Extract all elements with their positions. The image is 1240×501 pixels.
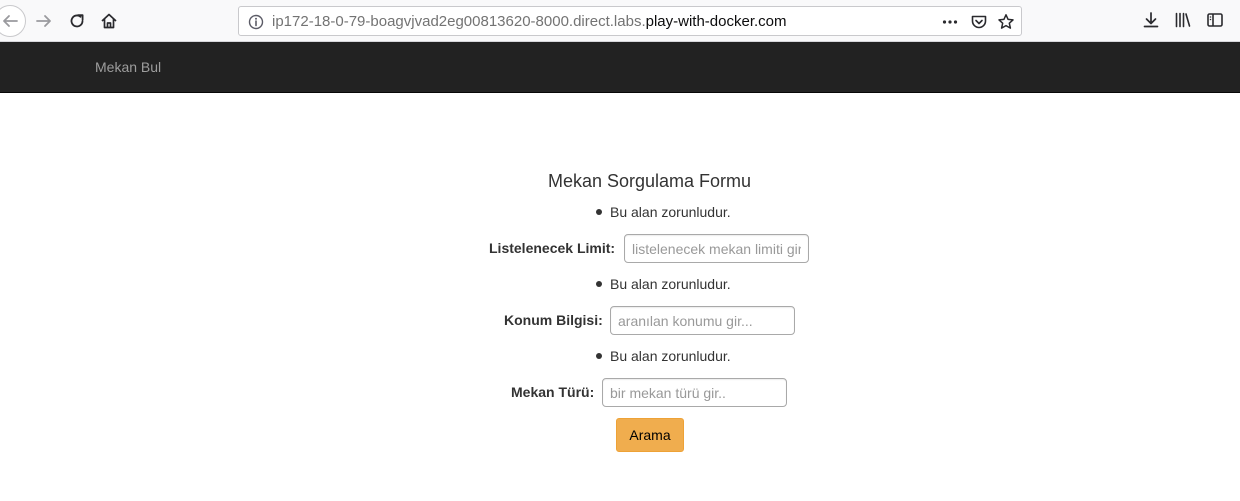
form-title: Mekan Sorgulama Formu	[547, 171, 752, 191]
venue-type-label: Mekan Türü:	[511, 384, 595, 400]
bullet-icon	[596, 209, 602, 215]
error-message-venue-type: Bu alan zorunludur.	[596, 348, 731, 364]
bullet-icon	[596, 281, 602, 287]
error-text: Bu alan zorunludur.	[610, 348, 731, 364]
location-label: Konum Bilgisi:	[504, 312, 603, 328]
star-icon[interactable]	[997, 13, 1015, 31]
library-icon[interactable]	[1174, 11, 1192, 29]
search-button[interactable]: Arama	[616, 418, 684, 452]
home-icon	[101, 13, 117, 29]
url-text[interactable]: ip172-18-0-79-boagvjvad2eg00813620-8000.…	[272, 13, 787, 31]
home-button[interactable]	[96, 8, 122, 34]
download-icon[interactable]	[1142, 11, 1160, 29]
info-icon[interactable]	[248, 14, 264, 30]
browser-toolbar: ip172-18-0-79-boagvjvad2eg00813620-8000.…	[0, 0, 1240, 42]
forward-arrow-icon	[36, 15, 51, 27]
site-navbar: Mekan Bul	[0, 42, 1240, 93]
back-button[interactable]	[0, 5, 26, 37]
error-text: Bu alan zorunludur.	[610, 276, 731, 292]
reload-icon	[70, 14, 84, 28]
back-arrow-icon	[3, 15, 18, 27]
forward-button[interactable]	[31, 8, 57, 34]
bullet-icon	[596, 353, 602, 359]
pocket-icon[interactable]	[970, 13, 988, 31]
error-message-location: Bu alan zorunludur.	[596, 276, 731, 292]
error-text: Bu alan zorunludur.	[610, 204, 731, 220]
url-bar[interactable]: ip172-18-0-79-boagvjvad2eg00813620-8000.…	[238, 6, 1022, 36]
location-input[interactable]	[610, 306, 795, 335]
url-domain: play-with-docker.com	[645, 13, 787, 30]
reload-button[interactable]	[64, 8, 90, 34]
error-message-limit: Bu alan zorunludur.	[596, 204, 731, 220]
more-horizontal-icon[interactable]	[941, 13, 959, 31]
brand-link[interactable]: Mekan Bul	[95, 59, 161, 75]
url-prefix: ip172-18-0-79-boagvjvad2eg00813620-8000.…	[272, 13, 646, 30]
sidebar-icon[interactable]	[1206, 11, 1224, 29]
limit-input[interactable]	[624, 234, 809, 263]
venue-type-input[interactable]	[602, 378, 787, 407]
limit-label: Listelenecek Limit:	[489, 240, 616, 256]
